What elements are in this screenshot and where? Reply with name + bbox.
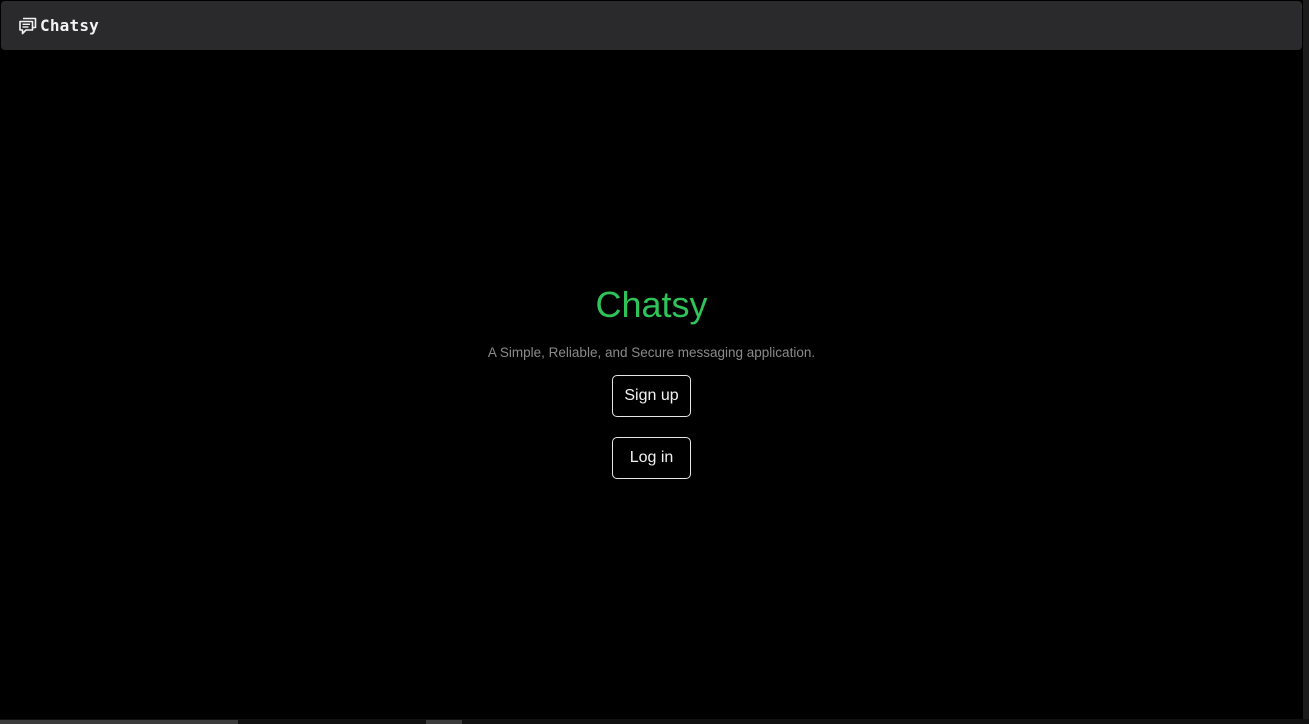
top-navbar: Chatsy [1,1,1302,50]
horizontal-scrollbar[interactable] [0,719,1309,724]
scrollbar-thumb[interactable] [0,720,238,724]
hero-subtitle: A Simple, Reliable, and Secure messaging… [487,345,816,360]
hero-section: Chatsy A Simple, Reliable, and Secure me… [0,280,1303,479]
chat-bubbles-icon [18,16,38,36]
brand-link[interactable]: Chatsy [18,16,99,36]
signup-button[interactable]: Sign up [612,375,691,417]
hero-title: Chatsy [595,284,708,325]
window-edge [1303,0,1309,724]
scrollbar-segment [426,720,462,724]
login-button[interactable]: Log in [612,437,691,479]
brand-name: Chatsy [40,16,99,35]
